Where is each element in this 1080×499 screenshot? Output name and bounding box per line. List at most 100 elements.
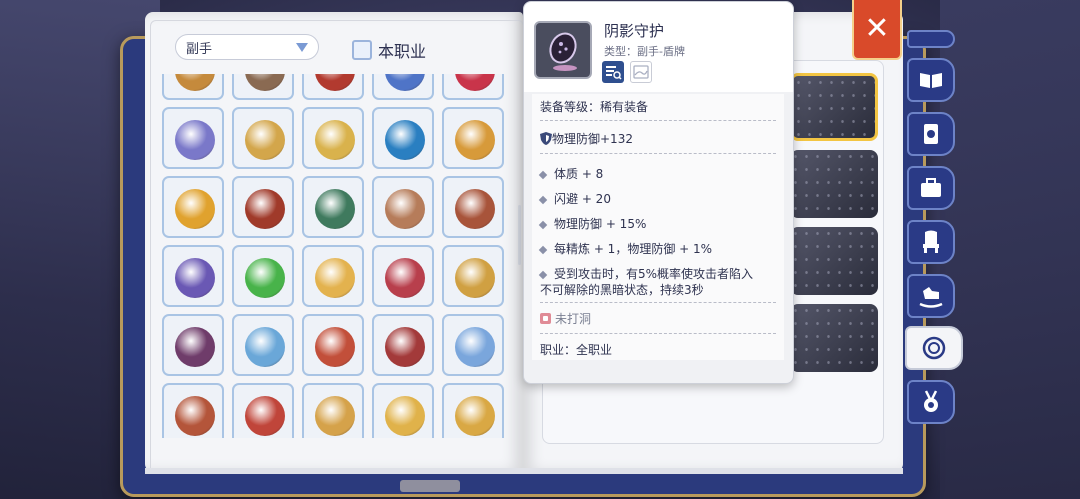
- red-bag-icon: [455, 74, 495, 91]
- item-slot[interactable]: [302, 314, 364, 376]
- throne-icon: [923, 230, 939, 253]
- class-only-checkbox[interactable]: [352, 40, 372, 60]
- special-effect-line2: 不可解除的黑暗状态，持续3秒: [540, 283, 704, 297]
- claw-icon: [175, 327, 215, 367]
- gold-crest-icon: [455, 120, 495, 160]
- divider: [540, 120, 776, 121]
- item-slot[interactable]: [442, 245, 504, 307]
- item-slot[interactable]: [162, 245, 224, 307]
- item-slot[interactable]: [232, 176, 294, 238]
- item-grid: [162, 74, 504, 438]
- cross-icon: [315, 258, 355, 298]
- item-slot[interactable]: [162, 107, 224, 169]
- red-book-icon: [315, 74, 355, 91]
- item-icon: [534, 21, 592, 79]
- item-slot[interactable]: [232, 107, 294, 169]
- compare-icon: [606, 66, 622, 80]
- blue-emblem-icon: [385, 74, 425, 91]
- medal-icon: [924, 390, 938, 412]
- item-slot[interactable]: [372, 176, 434, 238]
- tab-headwear[interactable]: [905, 326, 963, 370]
- list-card-selected[interactable]: [790, 73, 878, 141]
- item-slot[interactable]: [372, 107, 434, 169]
- candle-icon: [385, 396, 425, 436]
- bullet-icon: [538, 170, 548, 179]
- bonus-stat-text: 每精炼 + 1，物理防御 + 1%: [554, 242, 713, 256]
- jeweled-ring-icon: [385, 258, 425, 298]
- green-tome-icon: [315, 189, 355, 229]
- tab-rocking-horse[interactable]: [907, 274, 955, 318]
- item-slot[interactable]: [162, 314, 224, 376]
- bonus-stat-text: 闪避 + 20: [554, 192, 611, 206]
- item-slot[interactable]: [162, 74, 224, 100]
- item-slot[interactable]: [302, 74, 364, 100]
- bonus-stat-text: 物理防御 + 15%: [554, 217, 647, 231]
- grid-scrollbar[interactable]: [518, 205, 521, 265]
- lantern-icon: [175, 396, 215, 436]
- category-dropdown[interactable]: 副手: [175, 34, 319, 60]
- item-slot[interactable]: [442, 74, 504, 100]
- eye-emblem-icon: [175, 189, 215, 229]
- compare-button[interactable]: [602, 61, 624, 83]
- item-slot[interactable]: [302, 383, 364, 438]
- item-slot[interactable]: [232, 383, 294, 438]
- background-right: [940, 0, 1080, 499]
- bonus-stat: 物理防御 + 15%: [538, 215, 647, 232]
- crystal-shield-icon: [455, 327, 495, 367]
- item-slot[interactable]: [372, 383, 434, 438]
- item-grid-viewport[interactable]: [162, 74, 512, 438]
- divider: [540, 333, 776, 334]
- close-button[interactable]: ✕: [852, 0, 902, 60]
- list-card[interactable]: [790, 304, 878, 372]
- armored-shield-icon: [455, 189, 495, 229]
- item-slot[interactable]: [302, 245, 364, 307]
- item-slot[interactable]: [302, 176, 364, 238]
- item-slot[interactable]: [232, 314, 294, 376]
- tab-card[interactable]: [907, 112, 955, 156]
- heart-ring-icon: [315, 327, 355, 367]
- bullet-icon: [538, 245, 548, 254]
- tab-medal[interactable]: [907, 380, 955, 424]
- list-card[interactable]: [790, 227, 878, 295]
- item-slot[interactable]: [372, 314, 434, 376]
- tab-book[interactable]: [907, 58, 955, 102]
- socket-status: 未打洞: [540, 310, 591, 327]
- shield-icon: [175, 74, 215, 91]
- preview-button[interactable]: [630, 61, 652, 83]
- red-crystal-icon: [245, 396, 285, 436]
- spellbook-icon: [175, 120, 215, 160]
- item-slot[interactable]: [162, 176, 224, 238]
- item-slot[interactable]: [232, 245, 294, 307]
- item-tooltip: 阴影守护 类型：副手-盾牌 装备等级：稀有装备 物理防御+132 体质 + 8 …: [523, 1, 794, 384]
- horn-icon: [455, 258, 495, 298]
- bullet-icon: [538, 220, 548, 229]
- item-slot[interactable]: [162, 383, 224, 438]
- divider: [540, 153, 776, 154]
- wing-shield-icon: [315, 120, 355, 160]
- class-only-label[interactable]: 本职业: [378, 38, 426, 62]
- book-open-icon: [920, 73, 942, 88]
- defense-shield-icon: [540, 132, 552, 145]
- close-icon: ✕: [864, 11, 890, 46]
- tab-top[interactable]: [907, 30, 955, 48]
- book-spine: [400, 480, 460, 492]
- divider: [540, 302, 776, 303]
- list-card[interactable]: [790, 150, 878, 218]
- dark-tome-icon: [175, 258, 215, 298]
- item-slot[interactable]: [232, 74, 294, 100]
- item-slot[interactable]: [442, 383, 504, 438]
- item-slot[interactable]: [302, 107, 364, 169]
- item-type: 类型：副手-盾牌: [604, 45, 685, 58]
- toolbox-icon: [921, 178, 941, 197]
- item-slot[interactable]: [372, 245, 434, 307]
- item-slot[interactable]: [442, 314, 504, 376]
- item-name: 阴影守护: [604, 22, 665, 40]
- item-slot[interactable]: [372, 74, 434, 100]
- bonus-stat: 每精炼 + 1，物理防御 + 1%: [538, 240, 713, 257]
- item-slot[interactable]: [442, 176, 504, 238]
- headwear-icon: [922, 336, 946, 360]
- dark-shield-icon: [549, 32, 577, 71]
- item-slot[interactable]: [442, 107, 504, 169]
- tab-toolbox[interactable]: [907, 166, 955, 210]
- tab-throne[interactable]: [907, 220, 955, 264]
